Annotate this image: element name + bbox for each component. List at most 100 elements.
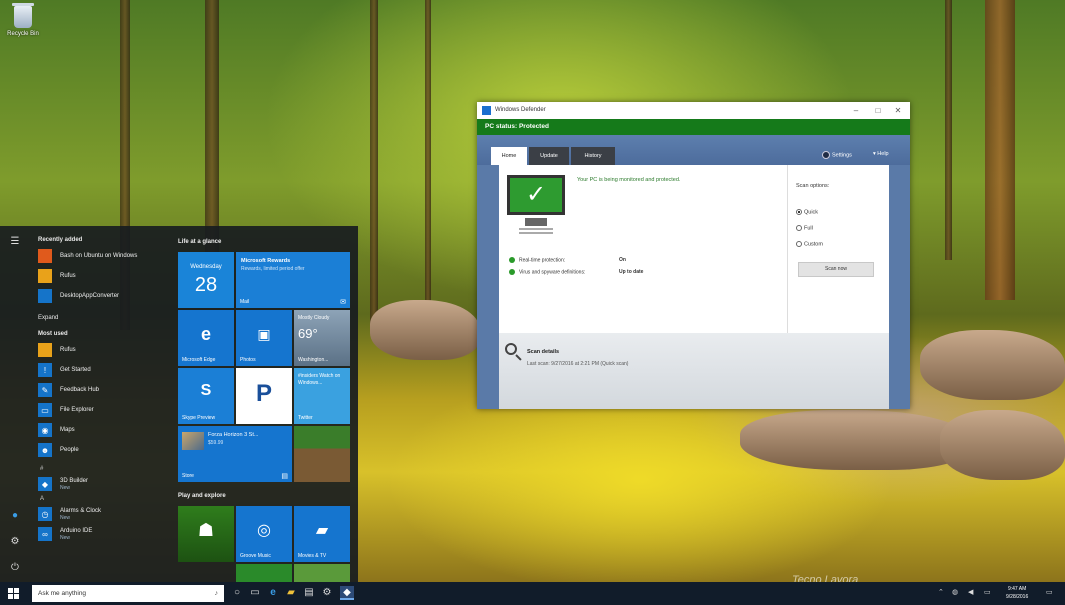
help-button[interactable]: ▾ Help: [873, 151, 889, 157]
protection-headline: Your PC is being monitored and protected…: [577, 177, 681, 183]
scan-now-button[interactable]: Scan now: [798, 262, 874, 277]
edge-icon[interactable]: e: [266, 586, 280, 600]
calendar-tile[interactable]: Wednesday 28: [178, 252, 234, 308]
recycle-bin[interactable]: Recycle Bin: [6, 3, 40, 37]
weather-tile[interactable]: Mostly Cloudy 69° Washington...: [294, 310, 350, 366]
task-view-icon[interactable]: ▭: [248, 586, 262, 600]
app-item-get-started[interactable]: ! Get Started: [32, 360, 168, 380]
feedback-icon: ✎: [38, 383, 52, 397]
app-item-rufus[interactable]: Rufus: [32, 266, 168, 286]
scan-option-custom[interactable]: Custom: [796, 241, 823, 247]
rufus-icon: [38, 269, 52, 283]
new-badge: New: [60, 514, 71, 521]
microphone-icon[interactable]: ♪: [215, 585, 219, 602]
settings-label: Settings: [832, 152, 852, 159]
minimize-button[interactable]: –: [846, 102, 866, 119]
partial-tile[interactable]: [236, 564, 292, 582]
store-tile[interactable]: Forza Horizon 3 St... $59.99 Store ▤: [178, 426, 292, 482]
app-item-bash[interactable]: Bash on Ubuntu on Windows: [32, 246, 168, 266]
app-item-people[interactable]: ☻ People: [32, 440, 168, 460]
tab-update[interactable]: Update: [529, 147, 569, 165]
app-item-desktopappconverter[interactable]: DesktopAppConverter: [32, 286, 168, 306]
settings-gear-icon: [822, 151, 830, 159]
network-icon[interactable]: ◍: [952, 588, 958, 596]
tab-history[interactable]: History: [571, 147, 615, 165]
app-item-file-explorer[interactable]: ▭ File Explorer: [32, 400, 168, 420]
radio-selected-icon: [796, 209, 802, 215]
skype-tile[interactable]: S Skype Preview: [178, 368, 234, 424]
green-check-icon: [509, 257, 515, 263]
partial-tile[interactable]: [294, 564, 350, 582]
file-explorer-icon[interactable]: ▰: [284, 586, 298, 600]
app-label: DesktopAppConverter: [60, 292, 120, 299]
title-bar[interactable]: Windows Defender – □ ✕: [477, 102, 910, 119]
settings-icon[interactable]: ⚙: [320, 586, 334, 600]
close-button[interactable]: ✕: [888, 102, 908, 119]
cortana-icon[interactable]: ○: [230, 586, 244, 600]
game-character-icon: ☗: [197, 520, 215, 540]
expand-link[interactable]: Expand: [38, 312, 168, 324]
skype-label: Skype Preview: [182, 415, 216, 421]
photos-label: Photos: [240, 357, 256, 363]
app-list: Recently added Bash on Ubuntu on Windows…: [32, 234, 168, 544]
app-label: Bash on Ubuntu on Windows: [60, 252, 138, 259]
recently-added-header: Recently added: [38, 237, 83, 243]
settings-button[interactable]: Settings: [822, 151, 852, 159]
user-avatar-icon[interactable]: ●: [9, 510, 21, 522]
tray-chevron-icon[interactable]: ⌃: [938, 588, 944, 596]
power-icon[interactable]: ⏻: [9, 562, 21, 574]
radio-label: Full: [804, 225, 813, 232]
volume-icon[interactable]: ◀: [968, 588, 973, 596]
groove-tile[interactable]: ◎ Groove Music: [236, 506, 292, 562]
twitter-text: #insiders Watch on Windows...: [298, 373, 341, 386]
letter-header-a[interactable]: A: [40, 494, 168, 504]
app-label: Rufus: [60, 346, 76, 353]
photos-tile[interactable]: ▣ Photos: [236, 310, 292, 366]
twitter-tile[interactable]: #insiders Watch on Windows... Twitter: [294, 368, 350, 424]
app-label: Alarms & Clock: [60, 507, 102, 514]
movies-label: Movies & TV: [298, 553, 327, 559]
start-button[interactable]: [8, 588, 19, 599]
xbox-tile[interactable]: ☗: [178, 506, 234, 562]
scan-options-box: Scan options: Quick Full Custom Scan now: [787, 165, 889, 333]
tree-trunk: [985, 0, 1015, 300]
app-item-rufus-mu[interactable]: Rufus: [32, 340, 168, 360]
scan-option-quick[interactable]: Quick: [796, 209, 818, 215]
ubuntu-icon: [38, 249, 52, 263]
mail-tile[interactable]: Microsoft Rewards Rewards, limited perio…: [236, 252, 350, 308]
app-label: People: [60, 446, 79, 453]
store-label: Store: [182, 473, 194, 479]
mail-title: Microsoft Rewards: [241, 258, 291, 264]
app-item-alarms[interactable]: ◷ Alarms & Clock New: [32, 504, 168, 524]
minecraft-tile[interactable]: [294, 426, 350, 482]
app-item-maps[interactable]: ◉ Maps: [32, 420, 168, 440]
movies-tile[interactable]: ▰ Movies & TV: [294, 506, 350, 562]
pandora-tile[interactable]: P: [236, 368, 292, 424]
photos-icon: ▣: [257, 326, 271, 342]
search-box[interactable]: Ask me anything ♪: [32, 585, 224, 602]
tree-trunk: [370, 0, 378, 330]
most-used-header: Most used: [38, 331, 68, 337]
search-placeholder: Ask me anything: [38, 590, 87, 597]
app-item-3d-builder[interactable]: ◆ 3D Builder New: [32, 474, 168, 494]
scan-details-title[interactable]: Scan details: [527, 349, 559, 355]
edge-tile[interactable]: e Microsoft Edge: [178, 310, 234, 366]
hamburger-icon[interactable]: ☰: [9, 236, 21, 248]
clock[interactable]: 9:47 AM 9/28/2016: [1006, 585, 1028, 601]
radio-label: Custom: [804, 241, 823, 248]
new-badge: New: [60, 534, 71, 541]
app-item-feedback-hub[interactable]: ✎ Feedback Hub: [32, 380, 168, 400]
tile-group-header: Play and explore: [178, 493, 226, 499]
action-center-icon[interactable]: ▭: [1046, 588, 1053, 596]
settings-gear-icon[interactable]: ⚙: [9, 536, 21, 548]
defender-taskbar-icon[interactable]: ◆: [340, 586, 354, 600]
app-item-arduino[interactable]: ∞ Arduino IDE New: [32, 524, 168, 544]
keyboard-icon[interactable]: ▭: [984, 588, 991, 596]
tab-home[interactable]: Home: [491, 147, 527, 165]
store-icon[interactable]: ▤: [302, 586, 316, 600]
lightbulb-icon: !: [38, 363, 52, 377]
letter-header-hash[interactable]: #: [40, 464, 168, 474]
rock: [940, 410, 1065, 480]
scan-option-full[interactable]: Full: [796, 225, 813, 231]
maximize-button[interactable]: □: [868, 102, 888, 119]
